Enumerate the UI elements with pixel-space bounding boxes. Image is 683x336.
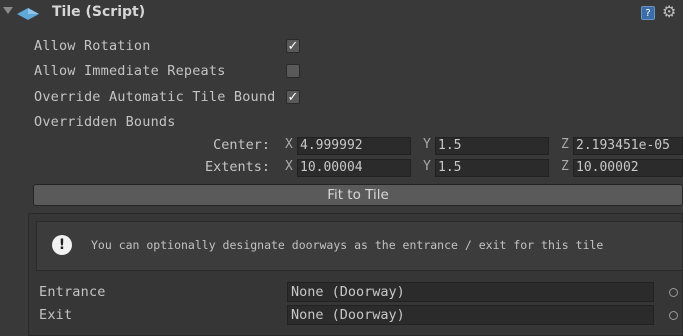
center-y-field[interactable]: 1.5: [435, 137, 549, 155]
exit-field[interactable]: None (Doorway): [287, 305, 654, 325]
allow-immediate-repeats-checkbox[interactable]: [286, 64, 300, 78]
center-y-label: Y: [423, 137, 431, 152]
foldout-arrow-icon[interactable]: [3, 7, 13, 14]
gear-icon[interactable]: ⚙: [662, 4, 683, 20]
override-bounds-label: Override Automatic Tile Bound: [34, 89, 276, 105]
extents-label: Extents:: [204, 159, 270, 175]
center-label: Center:: [213, 137, 270, 153]
allow-rotation-checkbox[interactable]: ✓: [286, 39, 300, 53]
center-x-label: X: [285, 137, 293, 152]
info-text: You can optionally designate doorways as…: [91, 238, 604, 252]
center-z-field[interactable]: 2.193451e-05: [573, 137, 683, 155]
extents-y-field[interactable]: 1.5: [435, 159, 549, 177]
extents-z-field[interactable]: 10.00002: [573, 159, 683, 177]
extents-z-label: Z: [561, 159, 569, 174]
center-z-label: Z: [561, 137, 569, 152]
exit-label: Exit: [39, 307, 73, 323]
overridden-bounds-label: Overridden Bounds: [34, 114, 176, 130]
component-title: Tile (Script): [52, 4, 146, 20]
extents-y-label: Y: [423, 159, 431, 174]
center-x-field[interactable]: 4.999992: [297, 137, 411, 155]
entrance-field[interactable]: None (Doorway): [287, 282, 654, 302]
extents-x-label: X: [285, 159, 293, 174]
fit-to-tile-button[interactable]: Fit to Tile: [33, 184, 683, 206]
info-icon: !: [52, 235, 72, 255]
allow-immediate-repeats-label: Allow Immediate Repeats: [34, 63, 226, 79]
entrance-label: Entrance: [39, 284, 106, 300]
allow-rotation-label: Allow Rotation: [34, 38, 151, 54]
override-bounds-checkbox[interactable]: ✓: [286, 90, 300, 104]
exit-picker-icon[interactable]: [669, 311, 678, 320]
help-icon[interactable]: ?: [641, 6, 655, 20]
entrance-picker-icon[interactable]: [669, 288, 678, 297]
tile-script-icon: [17, 8, 39, 24]
extents-x-field[interactable]: 10.00004: [297, 159, 411, 177]
